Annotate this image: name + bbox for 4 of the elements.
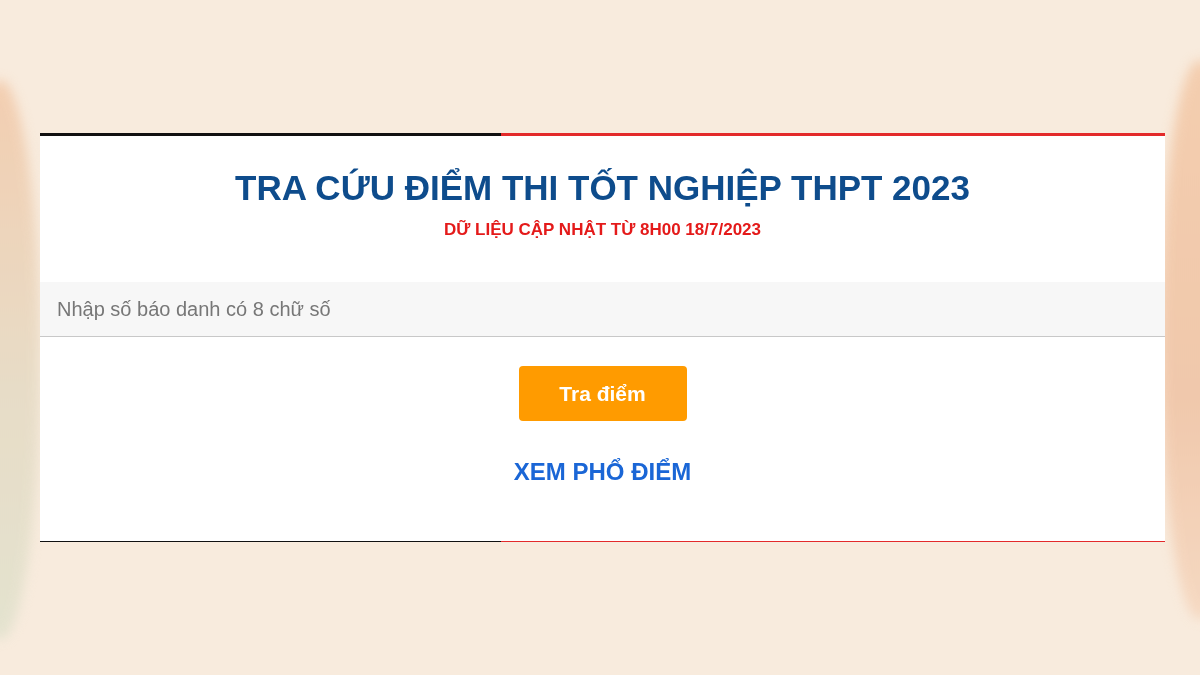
page-title: TRA CỨU ĐIỂM THI TỐT NGHIỆP THPT 2023: [235, 167, 970, 209]
score-distribution-link[interactable]: XEM PHỔ ĐIỂM: [513, 458, 692, 486]
candidate-number-field[interactable]: Nhập số báo danh có 8 chữ số: [40, 282, 1165, 337]
update-notice: DỮ LIỆU CẬP NHẬT TỪ 8H00 18/7/2023: [444, 220, 761, 240]
